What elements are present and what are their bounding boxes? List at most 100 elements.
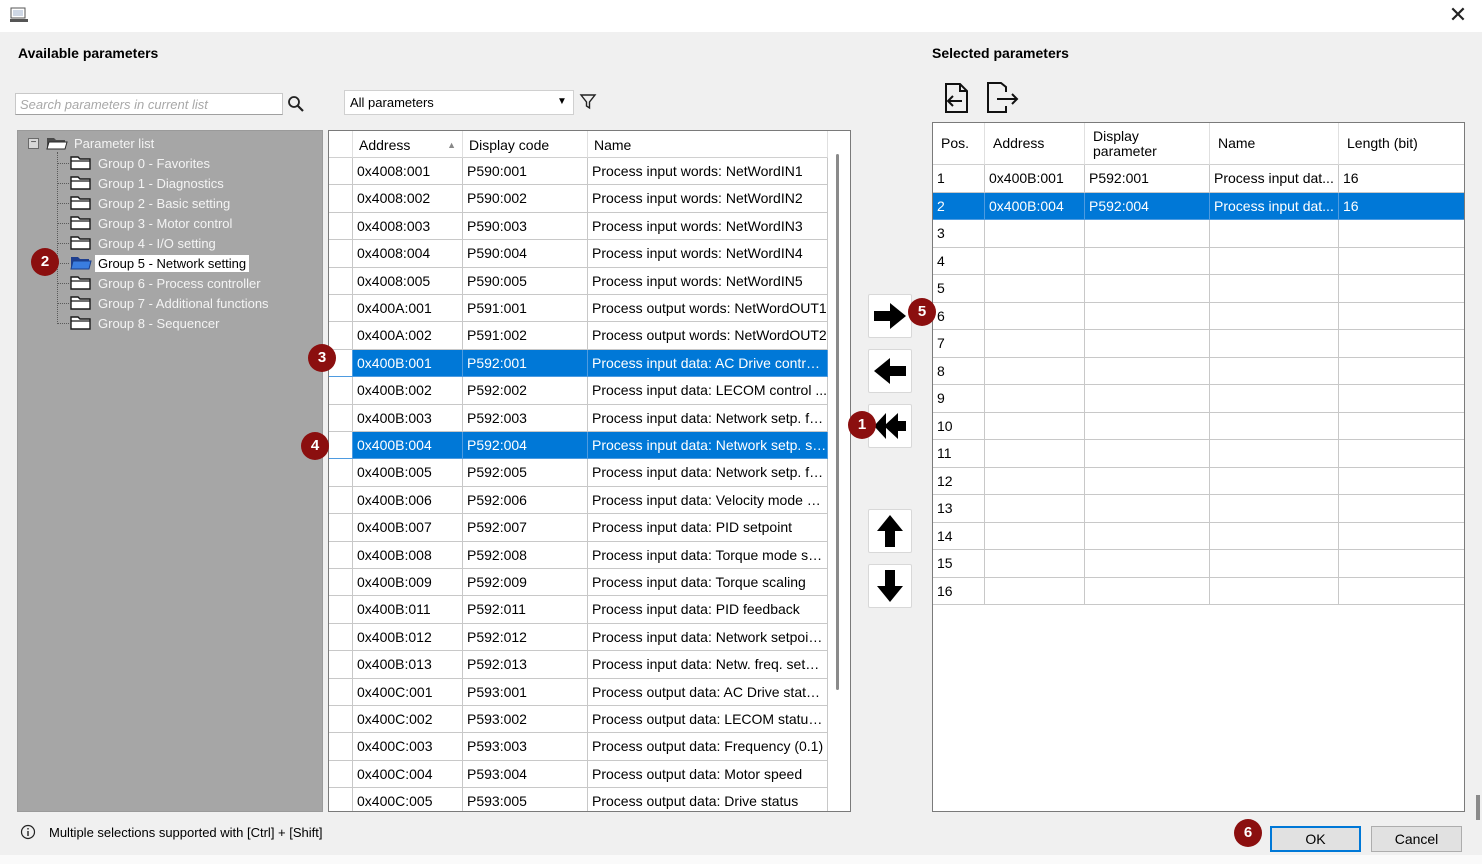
table-row[interactable]: 0x400B:002 P592:002 Process input data: LE… [329, 377, 828, 405]
table-row[interactable]: 0x400B:007 P592:007 Process input data: PI… [329, 514, 828, 542]
table-row[interactable]: 10 [933, 412, 1464, 440]
table-row[interactable]: 1 0x400B:001 P592:001 Process input dat... 1… [933, 165, 1464, 193]
tree-collapse-icon[interactable]: − [28, 138, 39, 149]
table-row[interactable]: 14 [933, 522, 1464, 550]
row-header[interactable] [329, 459, 353, 487]
column-header-length[interactable]: Length (bit) [1339, 123, 1464, 165]
column-header-display-code[interactable]: Display code [463, 131, 588, 158]
column-header-address[interactable]: Address ▲ [353, 131, 463, 158]
table-row[interactable]: 0x4008:005 P590:005 Process input words: N… [329, 267, 828, 295]
table-row[interactable]: 0x400B:006 P592:006 Process input data: Ve… [329, 486, 828, 515]
row-header[interactable] [329, 514, 353, 542]
table-row[interactable]: 0x400C:002 P593:002 Process output data: L… [329, 706, 828, 734]
move-down-button[interactable] [868, 564, 912, 608]
row-header[interactable] [329, 486, 353, 515]
table-row[interactable]: 0x4008:004 P590:004 Process input words: N… [329, 240, 828, 268]
table-row[interactable]: 0x400B:004 P592:004 Process input data: Ne… [329, 432, 828, 460]
row-header[interactable] [329, 596, 353, 624]
column-header-pos[interactable]: Pos. [933, 123, 985, 165]
table-row[interactable]: 15 [933, 550, 1464, 578]
row-header[interactable] [329, 678, 353, 706]
window-scrollbar[interactable] [1476, 795, 1480, 820]
table-row[interactable]: 0x400C:001 P593:001 Process output data: A… [329, 678, 828, 706]
parameter-tree[interactable]: − Parameter list Group 0 - Favorites Grou… [17, 130, 323, 812]
selected-parameters-grid[interactable]: Pos. Address Display parameter Name Leng… [932, 122, 1465, 812]
tree-group-item[interactable]: Group 1 - Diagnostics [70, 173, 227, 193]
cancel-button[interactable]: Cancel [1371, 826, 1462, 852]
row-header[interactable] [329, 212, 353, 241]
export-icon[interactable] [984, 82, 1020, 114]
table-row[interactable]: 5 [933, 275, 1464, 303]
column-header-name[interactable]: Name [588, 131, 828, 158]
table-row[interactable]: 11 [933, 440, 1464, 468]
ok-button[interactable]: OK [1270, 826, 1361, 852]
table-row[interactable]: 8 [933, 357, 1464, 385]
table-row[interactable]: 0x400B:013 P592:013 Process input data: Ne… [329, 651, 828, 679]
row-header[interactable] [329, 706, 353, 734]
row-header[interactable] [329, 432, 353, 460]
row-header[interactable] [329, 240, 353, 268]
available-grid-scrollbar[interactable] [836, 154, 839, 690]
tree-root[interactable]: Parameter list [46, 133, 157, 153]
table-row[interactable]: 12 [933, 467, 1464, 495]
table-row[interactable]: 0x400B:008 P592:008 Process input data: To… [329, 541, 828, 569]
table-row[interactable]: 9 [933, 385, 1464, 413]
row-header[interactable] [329, 267, 353, 295]
row-header[interactable] [329, 295, 353, 323]
table-row[interactable]: 0x400B:003 P592:003 Process input data: Ne… [329, 404, 828, 432]
remove-parameter-button[interactable] [868, 349, 912, 393]
row-header[interactable] [329, 185, 353, 213]
filter-icon[interactable] [579, 93, 597, 111]
tree-group-item[interactable]: Group 0 - Favorites [70, 153, 213, 173]
table-row[interactable]: 0x400C:004 P593:004 Process output data: M… [329, 760, 828, 789]
search-input[interactable] [15, 93, 283, 115]
search-icon[interactable] [287, 95, 305, 113]
column-header-name[interactable]: Name [1210, 123, 1339, 165]
move-up-button[interactable] [868, 509, 912, 553]
table-row[interactable]: 0x400B:001 P592:001 Process input data: AC… [329, 349, 828, 378]
row-header[interactable] [329, 788, 353, 811]
table-row[interactable]: 0x400C:003 P593:003 Process output data: F… [329, 733, 828, 761]
table-row[interactable]: 0x400B:005 P592:005 Process input data: Ne… [329, 459, 828, 487]
tree-group-item[interactable]: Group 2 - Basic setting [70, 193, 233, 213]
table-row[interactable]: 0x4008:003 P590:003 Process input words: N… [329, 212, 828, 241]
column-header-display-parameter[interactable]: Display parameter [1085, 123, 1210, 165]
table-row[interactable]: 2 0x400B:004 P592:004 Process input dat... 1… [933, 192, 1464, 220]
chevron-down-icon[interactable]: ▼ [557, 96, 567, 107]
row-header[interactable] [329, 404, 353, 432]
row-header[interactable] [329, 377, 353, 405]
row-header[interactable] [329, 322, 353, 350]
row-header[interactable] [329, 541, 353, 569]
tree-group-item[interactable]: Group 8 - Sequencer [70, 313, 222, 333]
row-header[interactable] [329, 623, 353, 652]
tree-group-item[interactable]: Group 4 - I/O setting [70, 233, 219, 253]
tree-group-item[interactable]: Group 5 - Network setting [70, 253, 250, 273]
tree-group-item[interactable]: Group 6 - Process controller [70, 273, 264, 293]
close-icon[interactable]: ✕ [1442, 2, 1474, 30]
table-row[interactable]: 0x4008:002 P590:002 Process input words: N… [329, 185, 828, 213]
table-row[interactable]: 16 [933, 577, 1464, 605]
table-row[interactable]: 0x400A:002 P591:002 Process output words: … [329, 322, 828, 350]
table-row[interactable]: 3 [933, 220, 1464, 248]
table-row[interactable]: 4 [933, 247, 1464, 275]
column-header-address[interactable]: Address [985, 123, 1085, 165]
tree-group-item[interactable]: Group 3 - Motor control [70, 213, 235, 233]
row-header[interactable] [329, 569, 353, 597]
table-row[interactable]: 0x400B:012 P592:012 Process input data: Ne… [329, 623, 828, 652]
import-icon[interactable] [940, 82, 974, 114]
parameter-filter-select[interactable]: All parameters ▼ [344, 90, 574, 115]
row-header[interactable] [329, 733, 353, 761]
table-row[interactable]: 0x400B:011 P592:011 Process input data: PI… [329, 596, 828, 624]
table-row[interactable]: 0x400B:009 P592:009 Process input data: To… [329, 569, 828, 597]
add-parameter-button[interactable] [868, 294, 912, 338]
table-row[interactable]: 13 [933, 495, 1464, 523]
table-row[interactable]: 6 [933, 302, 1464, 330]
row-header[interactable] [329, 760, 353, 789]
tree-group-item[interactable]: Group 7 - Additional functions [70, 293, 272, 313]
table-row[interactable]: 0x400A:001 P591:001 Process output words: … [329, 295, 828, 323]
table-row[interactable]: 0x400C:005 P593:005 Process output data: D… [329, 788, 828, 811]
table-row[interactable]: 0x4008:001 P590:001 Process input words: N… [329, 158, 828, 186]
available-parameters-grid[interactable]: Address ▲ Display code Name 0x4008:001 P5… [328, 130, 851, 812]
row-header[interactable] [329, 158, 353, 186]
table-row[interactable]: 7 [933, 330, 1464, 358]
